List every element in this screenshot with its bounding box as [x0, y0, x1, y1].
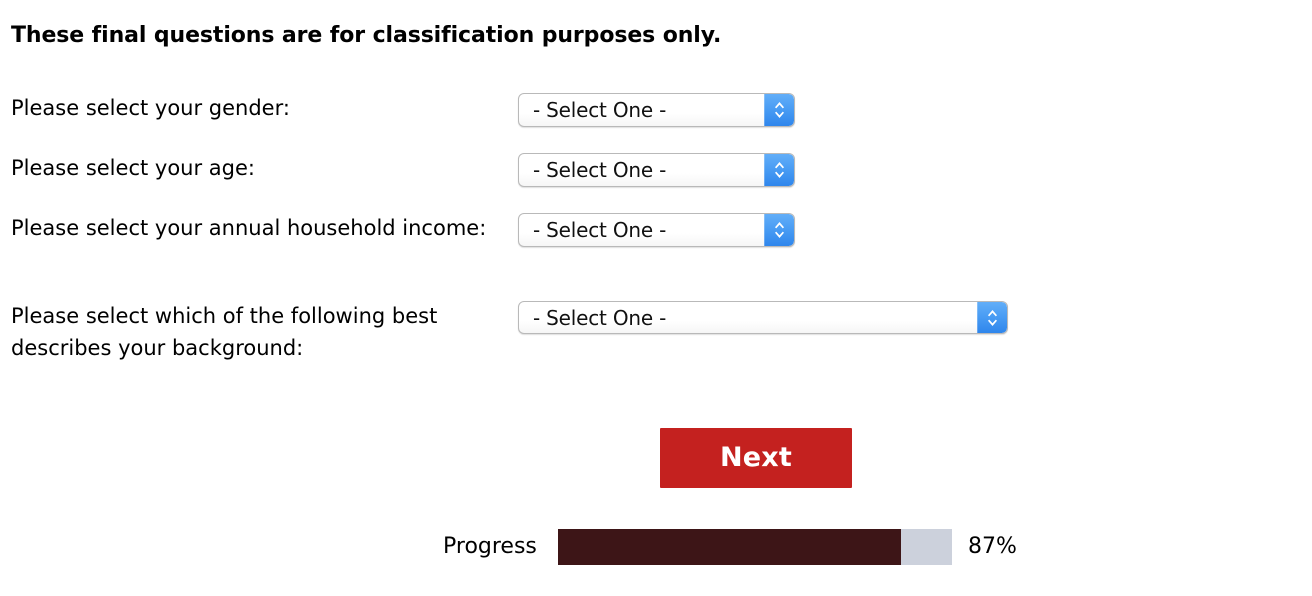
up-down-chevron-icon[interactable]: [764, 154, 794, 186]
progress-track: [558, 529, 952, 565]
next-button[interactable]: Next: [660, 428, 852, 488]
up-down-chevron-icon[interactable]: [764, 214, 794, 246]
income-select[interactable]: - Select One -: [518, 213, 795, 247]
progress-indicator: Progress 87%: [0, 529, 1312, 571]
up-down-chevron-icon[interactable]: [977, 302, 1007, 333]
progress-label: Progress: [443, 534, 537, 559]
up-down-chevron-icon[interactable]: [764, 94, 794, 126]
question-label-gender: Please select your gender:: [11, 96, 290, 120]
age-select[interactable]: - Select One -: [518, 153, 795, 187]
question-label-background: Please select which of the following bes…: [11, 304, 438, 360]
background-select[interactable]: - Select One -: [518, 301, 1008, 334]
gender-select[interactable]: - Select One -: [518, 93, 795, 127]
progress-percent-text: 87%: [968, 534, 1017, 559]
progress-fill: [558, 529, 901, 565]
question-label-age: Please select your age:: [11, 156, 255, 180]
income-select-value: - Select One -: [533, 218, 667, 242]
age-select-value: - Select One -: [533, 158, 667, 182]
background-select-value: - Select One -: [533, 305, 667, 330]
gender-select-value: - Select One -: [533, 98, 667, 122]
question-label-income: Please select your annual household inco…: [11, 216, 487, 240]
page-title: These final questions are for classifica…: [11, 23, 722, 48]
